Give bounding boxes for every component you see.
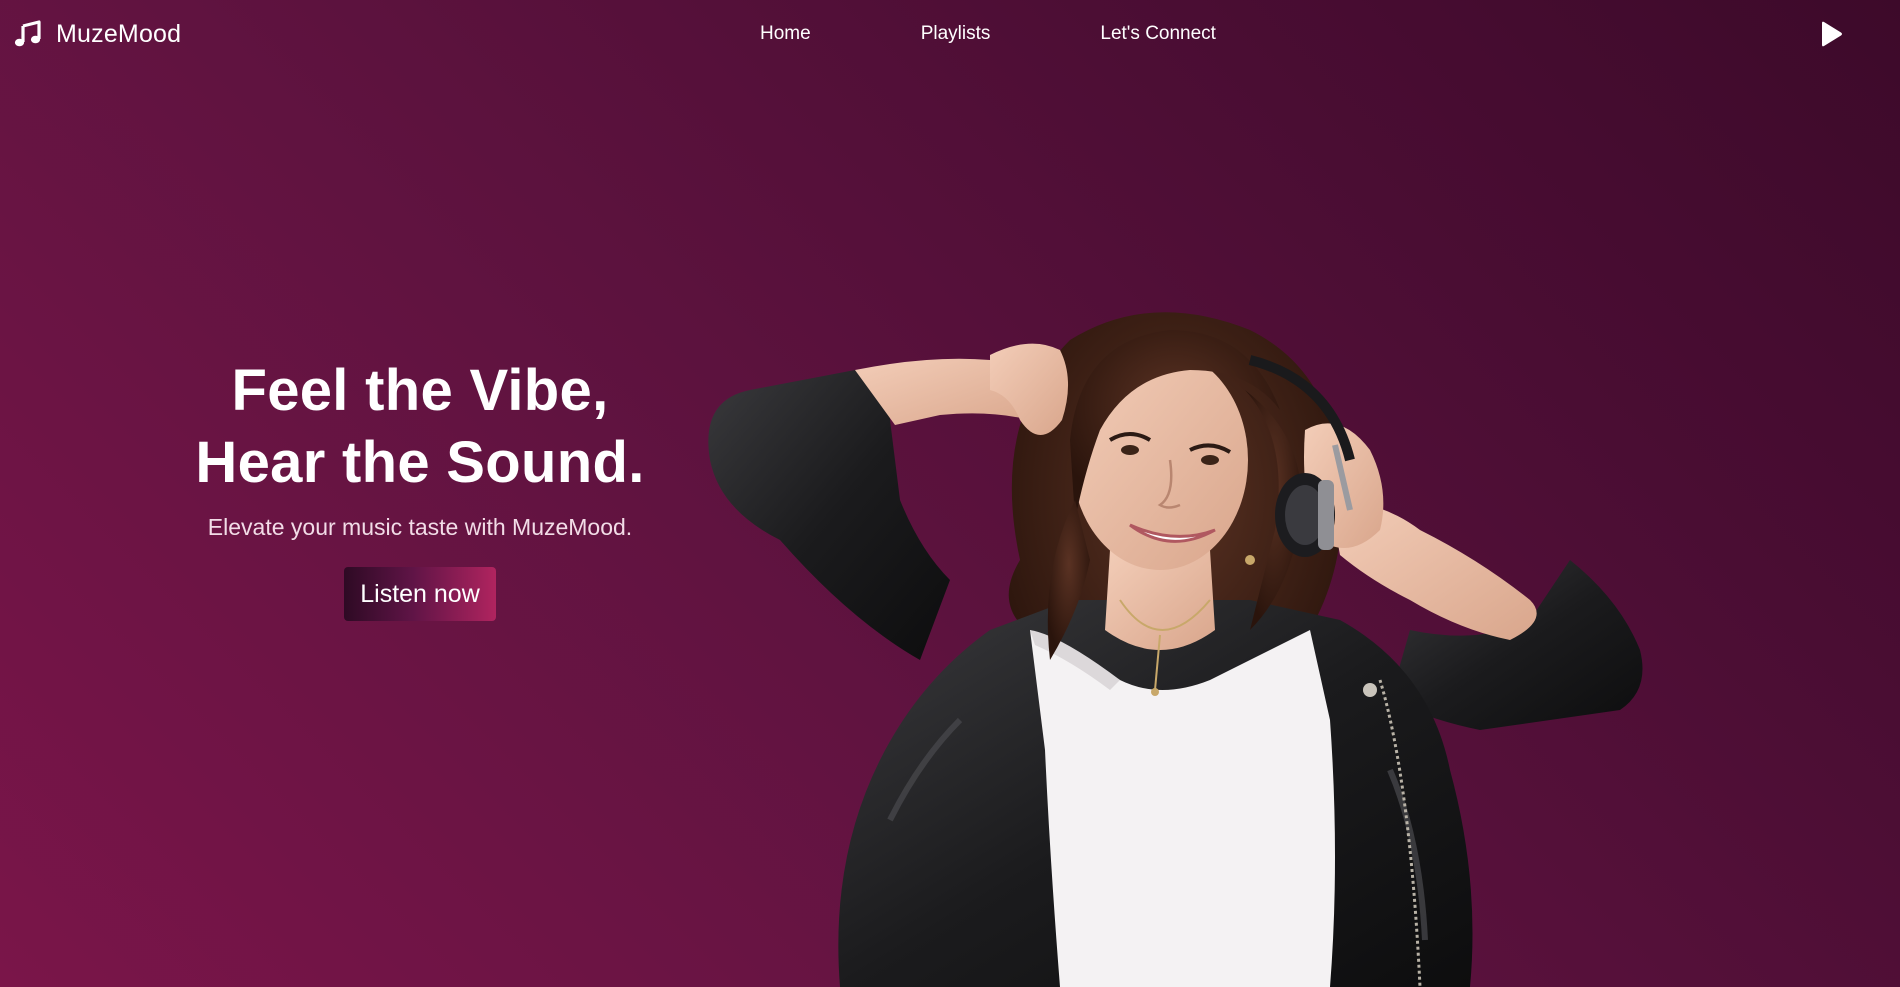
play-icon [1822,21,1842,47]
play-button[interactable] [1818,20,1844,48]
woman-with-headphones-illustration [708,312,1643,987]
nav-link-home[interactable]: Home [760,20,811,48]
listen-now-button[interactable]: Listen now [344,567,496,621]
brand-name: MuzeMood [56,20,182,48]
brand-logo-link[interactable]: MuzeMood [14,17,181,51]
hero-title-line-2: Hear the Sound. [195,430,645,495]
music-note-icon [14,20,41,47]
nav-links: Home Playlists Let's Connect [760,20,1216,48]
hero-title-line-1: Feel the Vibe, [231,358,609,423]
hero-section: Feel the Vibe, Hear the Sound. Elevate y… [100,355,740,621]
landing-page: MuzeMood Home Playlists Let's Connect Fe… [0,0,1900,987]
nav-link-lets-connect[interactable]: Let's Connect [1100,20,1216,48]
nav-link-playlists[interactable]: Playlists [921,20,991,48]
hero-subtitle: Elevate your music taste with MuzeMood. [207,514,633,540]
hero-title: Feel the Vibe, Hear the Sound. [100,355,740,499]
hero-photo [690,300,1690,987]
top-navbar: MuzeMood Home Playlists Let's Connect [0,0,1900,68]
